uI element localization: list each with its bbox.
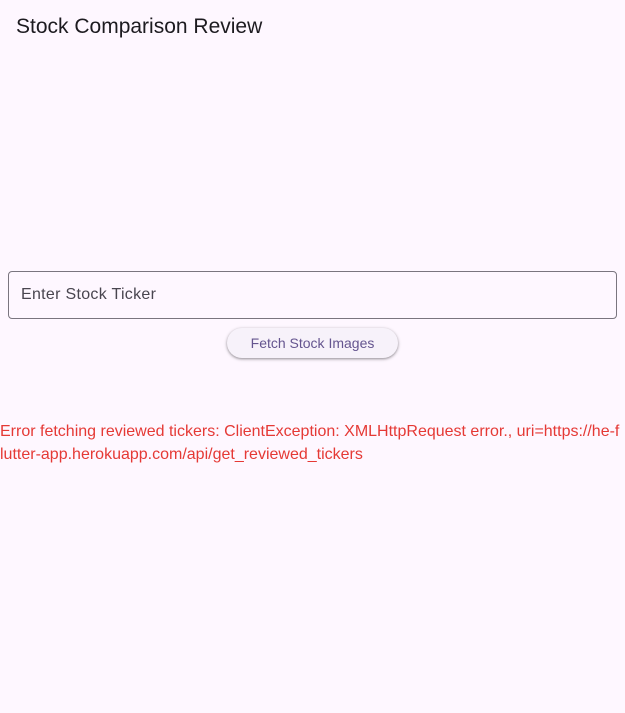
fetch-stock-images-button[interactable]: Fetch Stock Images (227, 328, 398, 358)
ticker-field (8, 271, 617, 319)
stock-ticker-input[interactable] (9, 272, 616, 318)
app-bar: Stock Comparison Review (0, 0, 625, 56)
error-message: Error fetching reviewed tickers: ClientE… (0, 423, 620, 463)
page-title: Stock Comparison Review (16, 15, 263, 38)
